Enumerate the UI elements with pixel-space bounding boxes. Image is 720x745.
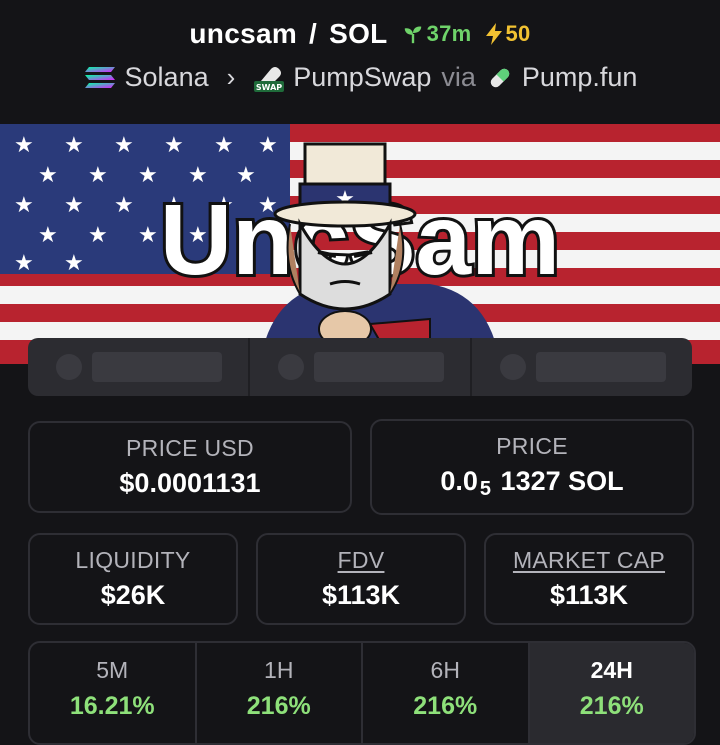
skeleton-dot (278, 354, 304, 380)
token-symbol: uncsam (189, 18, 298, 49)
svg-text:★: ★ (164, 132, 184, 157)
seedling-icon (404, 26, 421, 44)
launchpad-name: Pump.fun (521, 62, 638, 92)
loading-tab-placeholder (472, 338, 692, 396)
market-cap-label[interactable]: MARKET CAP (486, 547, 692, 574)
boost-value: 50 (505, 21, 531, 46)
price-label: PRICE (496, 433, 568, 459)
boost-badge[interactable]: 50 (484, 21, 531, 47)
loading-tab-placeholder (250, 338, 472, 396)
svg-text:★: ★ (114, 192, 134, 217)
skeleton-bar (536, 352, 666, 382)
fdv-card[interactable]: FDV $113K (256, 533, 466, 625)
svg-text:★: ★ (114, 132, 134, 157)
pair-age: 37m (402, 21, 472, 47)
change-percent: 216% (579, 692, 644, 720)
quote-symbol: SOL (329, 18, 388, 49)
loading-tabs (28, 338, 692, 396)
chain-name: Solana (124, 62, 209, 92)
svg-text:★: ★ (64, 192, 84, 217)
market-cap-value: $113K (549, 580, 629, 610)
svg-text:★: ★ (214, 132, 234, 157)
price-native-value: 0.0 5 1327 SOL (372, 466, 692, 501)
svg-text:★: ★ (88, 222, 108, 247)
swap-badge-text: SWAP (256, 83, 282, 92)
price-suffix: 1327 SOL (500, 466, 624, 496)
liquidity-label: LIQUIDITY (75, 547, 191, 573)
svg-text:★: ★ (258, 132, 278, 157)
svg-text:★: ★ (64, 132, 84, 157)
banner-art: ★ ★ ★ ★ ★ ★ ★ ★ ★ ★ ★ ★ ★ ★ ★ ★ ★ ★ ★ ★ ★ ★ ★ ★ UncSam ★ (0, 124, 720, 364)
fdv-label[interactable]: FDV (258, 547, 464, 574)
price-usd-card: PRICE USD $0.0001131 (28, 421, 352, 513)
dex-name: PumpSwap (293, 62, 432, 92)
skeleton-dot (500, 354, 526, 380)
lightning-icon (485, 23, 502, 45)
change-percent: 216% (246, 692, 311, 720)
svg-text:★: ★ (64, 250, 84, 275)
breadcrumb-chain[interactable]: Solana (83, 62, 209, 93)
skeleton-bar (314, 352, 444, 382)
price-usd-label: PRICE USD (126, 435, 254, 461)
pair-title: uncsam / SOL 37m 50 (0, 18, 720, 50)
token-banner-image: ★ ★ ★ ★ ★ ★ ★ ★ ★ ★ ★ ★ ★ ★ ★ ★ ★ ★ ★ ★ ★ ★ ★ ★ UncSam ★ (0, 124, 720, 364)
pill-icon (490, 68, 510, 87)
svg-text:★: ★ (14, 132, 34, 157)
price-usd-value: $0.0001131 (119, 468, 261, 498)
solana-icon (84, 66, 115, 88)
breadcrumb: Solana › SWAP PumpSwap via Pump.fun (0, 62, 720, 93)
via-label: via (441, 62, 476, 92)
change-percent: 16.21% (69, 692, 155, 720)
skeleton-dot (56, 354, 82, 380)
loading-tab-placeholder (28, 338, 250, 396)
svg-text:★: ★ (138, 162, 158, 187)
tab-1h[interactable]: 1H 216% (197, 643, 363, 743)
liquidity-value: $26K (100, 580, 166, 610)
price-native-card: PRICE 0.0 5 1327 SOL (370, 419, 694, 515)
chevron-right-icon: › (226, 62, 236, 92)
pair-separator: / (309, 18, 318, 49)
change-period-label: 1H (264, 657, 294, 683)
price-zero-count: 5 (479, 478, 492, 500)
price-prefix: 0.0 (440, 466, 478, 496)
tab-6h[interactable]: 6H 216% (363, 643, 530, 743)
fdv-value: $113K (321, 580, 401, 610)
svg-text:★: ★ (14, 192, 34, 217)
tab-5m[interactable]: 5M 16.21% (30, 643, 197, 743)
price-change-tabs: 5M 16.21% 1H 216% 6H 216% 24H 216% (28, 641, 696, 745)
breadcrumb-launchpad[interactable]: Pump.fun (486, 62, 638, 93)
svg-text:★: ★ (38, 222, 58, 247)
svg-text:★: ★ (38, 162, 58, 187)
age-value: 37m (426, 21, 472, 46)
breadcrumb-dex[interactable]: SWAP PumpSwap (253, 62, 431, 93)
tab-24h[interactable]: 24H 216% (529, 643, 694, 743)
svg-text:★: ★ (138, 222, 158, 247)
svg-text:★: ★ (88, 162, 108, 187)
market-cap-card[interactable]: MARKET CAP $113K (484, 533, 694, 625)
change-period-label: 5M (96, 657, 129, 683)
change-percent: 216% (413, 692, 478, 720)
liquidity-card: LIQUIDITY $26K (28, 533, 238, 625)
change-period-label: 6H (430, 657, 460, 683)
change-period-label: 24H (590, 657, 633, 683)
svg-text:★: ★ (14, 250, 34, 275)
pumpswap-icon: SWAP (254, 66, 285, 92)
skeleton-bar (92, 352, 222, 382)
